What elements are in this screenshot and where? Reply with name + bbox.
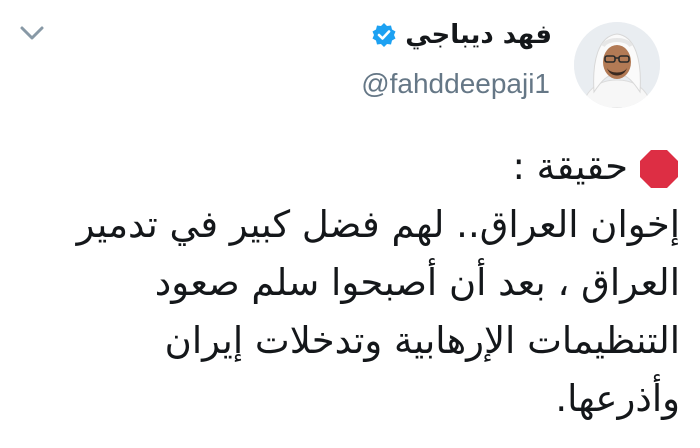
tweet-heading-text: حقيقة : bbox=[512, 145, 628, 188]
tweet-line-4: التنظيمات الإرهابية وتدخلات إيران bbox=[164, 319, 680, 362]
tweet-line-2: إخوان العراق.. لهم فضل كبير في تدمير bbox=[76, 203, 680, 246]
avatar[interactable] bbox=[574, 22, 660, 108]
tweet-line-5: وأذرعها. bbox=[555, 377, 680, 420]
stop-sign-icon bbox=[638, 148, 680, 190]
chevron-down-icon[interactable] bbox=[18, 22, 46, 44]
author-handle[interactable]: @fahddeepaji1 bbox=[361, 68, 550, 100]
tweet-line-3: العراق ، بعد أن أصبحوا سلم صعود bbox=[154, 261, 680, 304]
author-display-name[interactable]: فهد ديباجي bbox=[405, 20, 552, 50]
tweet-card: فهد ديباجي @fahddeepaji1 حقيقة : إخوان ا… bbox=[0, 0, 700, 448]
tweet-text: حقيقة : إخوان العراق.. لهم فضل كبير في ت… bbox=[20, 138, 680, 428]
verified-badge-icon bbox=[371, 22, 397, 48]
author-name-row: فهد ديباجي bbox=[371, 20, 552, 50]
tweet-line-1: حقيقة : bbox=[20, 138, 680, 196]
